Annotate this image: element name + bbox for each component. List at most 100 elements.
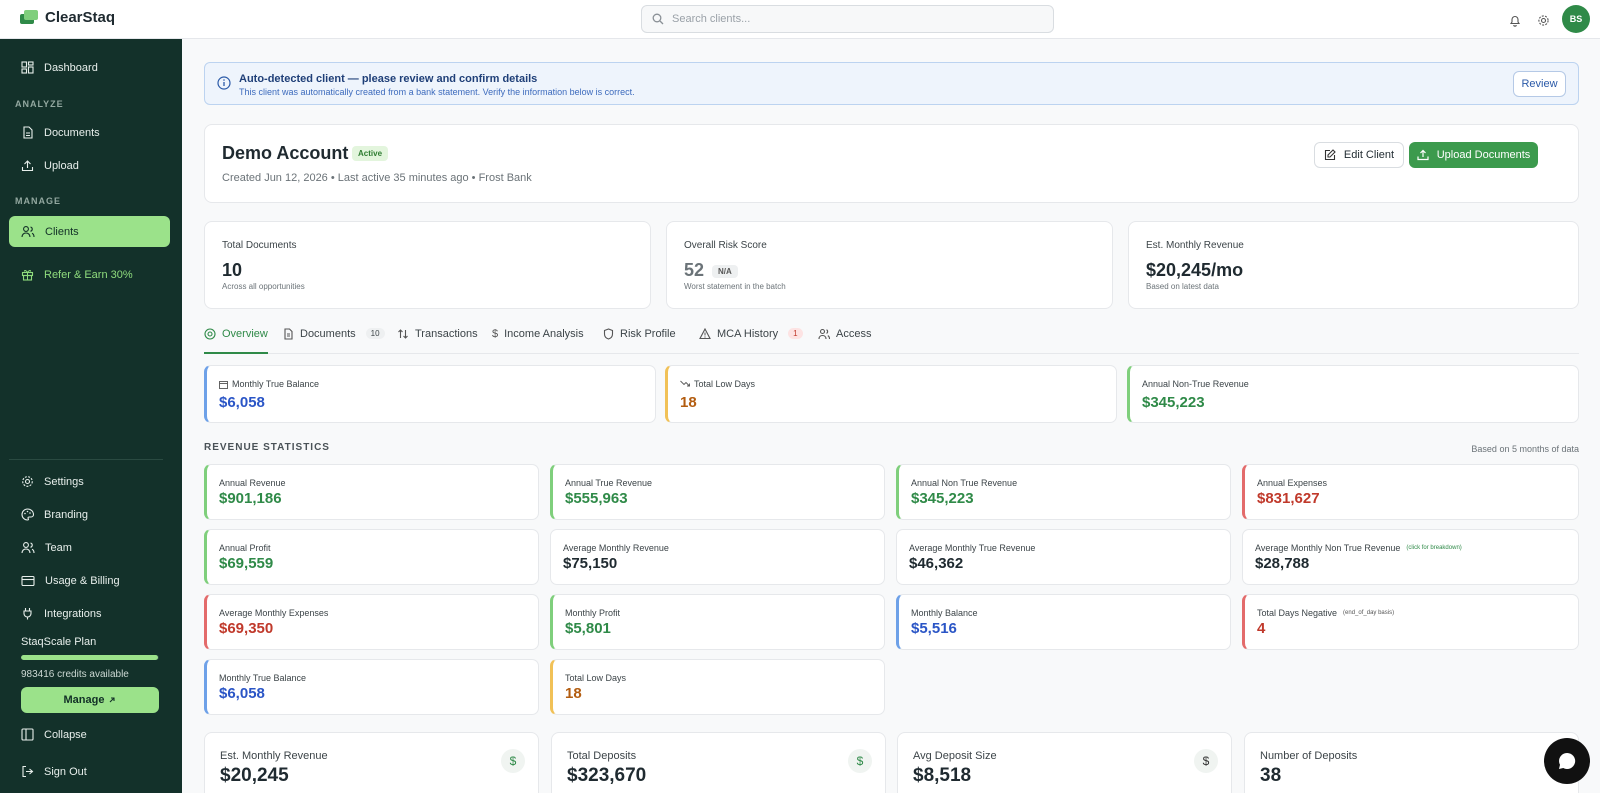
- metric-value: 18: [565, 685, 582, 702]
- status-badge: Active: [352, 146, 389, 161]
- upload-documents-button[interactable]: Upload Documents: [1409, 142, 1538, 168]
- plan-usage-fill: [21, 655, 158, 660]
- sidebar-item-branding[interactable]: Branding: [9, 499, 170, 530]
- revenue-statistics-note: Based on 5 months of data: [1471, 444, 1579, 454]
- auto-detect-banner: Auto-detected client — please review and…: [204, 62, 1579, 105]
- tab-overview[interactable]: Overview: [204, 326, 268, 354]
- document-icon: [283, 328, 294, 340]
- sidebar-item-settings[interactable]: Settings: [9, 466, 170, 497]
- stat-annual-profit: Annual Profit $69,559: [204, 529, 539, 585]
- chat-button[interactable]: [1544, 738, 1590, 784]
- dollar-icon: $: [848, 749, 872, 773]
- metric-value: $75,150: [563, 555, 618, 572]
- avatar[interactable]: BS: [1562, 5, 1590, 33]
- tab-access[interactable]: Access: [818, 326, 871, 354]
- kpi-total-documents: Total Documents 10 Across all opportunit…: [204, 221, 651, 309]
- sidebar-item-upload[interactable]: Upload: [9, 150, 170, 181]
- sidebar-item-usage-billing[interactable]: Usage & Billing: [9, 565, 170, 596]
- metric-label: Total Low Days: [565, 673, 627, 683]
- sidebar-item-documents[interactable]: Documents: [9, 117, 170, 148]
- card-value: $20,245: [220, 765, 289, 786]
- sidebar-collapse-icon: [21, 728, 34, 741]
- stat-average-monthly-non-true-revenue[interactable]: Average Monthly Non True Revenue (click f…: [1242, 529, 1579, 585]
- sidebar-item-sign-out[interactable]: Sign Out: [9, 756, 170, 787]
- main-content: Auto-detected client — please review and…: [182, 39, 1600, 793]
- plan-usage-bar: [21, 655, 159, 660]
- card-value: 38: [1260, 765, 1282, 786]
- kpi-label: Overall Risk Score: [684, 240, 767, 251]
- banner-subtitle: This client was automatically created fr…: [239, 87, 635, 97]
- kpi-label: Total Documents: [222, 240, 297, 251]
- sidebar-item-team[interactable]: Team: [9, 532, 170, 563]
- revenue-statistics-title: REVENUE STATISTICS: [204, 442, 330, 453]
- search-icon: [652, 13, 664, 25]
- tab-risk-profile[interactable]: Risk Profile: [603, 326, 676, 354]
- upload-documents-label: Upload Documents: [1436, 149, 1531, 161]
- sidebar-item-dashboard[interactable]: Dashboard: [9, 52, 170, 83]
- tab-mca-history[interactable]: MCA History 1: [699, 326, 803, 354]
- stat-total-low-days: Total Low Days 18: [550, 659, 885, 715]
- edit-client-button[interactable]: Edit Client: [1314, 142, 1404, 168]
- search-input[interactable]: [672, 13, 1032, 25]
- sidebar-item-integrations[interactable]: Integrations: [9, 598, 170, 629]
- search-box[interactable]: [641, 5, 1054, 33]
- sidebar-item-collapse[interactable]: Collapse: [9, 719, 170, 750]
- metric-value: 4: [1257, 620, 1266, 637]
- metric-label: Monthly True Balance: [219, 673, 307, 683]
- stat-annual-expenses: Annual Expenses $831,627: [1242, 464, 1579, 520]
- kpi-value-row: 52 N/A: [684, 260, 738, 281]
- metric-value: $555,963: [565, 490, 628, 507]
- tab-income-analysis[interactable]: $ Income Analysis: [492, 326, 584, 354]
- dollar-icon: $: [492, 328, 499, 340]
- app-name: ClearStaq: [45, 9, 116, 26]
- tab-count: 10: [365, 328, 385, 339]
- metric-value: $5,801: [565, 620, 611, 637]
- tab-documents[interactable]: Documents 10: [283, 326, 385, 354]
- circle-check-icon: [204, 328, 216, 340]
- tab-label: Transactions: [415, 328, 478, 340]
- summary-annual-non-true-revenue: Annual Non-True Revenue $345,223: [1127, 365, 1579, 423]
- stat-monthly-balance: Monthly Balance $5,516: [896, 594, 1231, 650]
- kpi-label: Est. Monthly Revenue: [1146, 240, 1244, 251]
- sidebar-item-label: Integrations: [44, 607, 102, 620]
- card-value: $8,518: [913, 765, 972, 786]
- sidebar-item-label: Team: [45, 541, 72, 554]
- card-total-deposits: Total Deposits $323,670 $: [551, 732, 886, 793]
- kpi-subtext: Based on latest data: [1146, 282, 1219, 291]
- sidebar-section-analyze: ANALYZE: [15, 99, 64, 109]
- stat-annual-non-true-revenue: Annual Non True Revenue $345,223: [896, 464, 1231, 520]
- palette-icon: [21, 508, 34, 521]
- breakdown-link[interactable]: (click for breakdown): [1406, 545, 1461, 551]
- stat-total-days-negative: Total Days Negative (end_of_day basis) 4: [1242, 594, 1579, 650]
- app-logo[interactable]: ClearStaq: [20, 9, 115, 26]
- top-bar: ClearStaq BS: [0, 0, 1600, 39]
- client-tabs: Overview Documents 10 Transactions $ Inc…: [204, 326, 1579, 354]
- review-button[interactable]: Review: [1513, 71, 1566, 97]
- sidebar-item-label: Dashboard: [44, 61, 98, 74]
- sidebar: Dashboard ANALYZE Documents Upload MANAG…: [0, 39, 182, 793]
- tab-label: Documents: [300, 328, 356, 340]
- sidebar-item-clients[interactable]: Clients: [9, 216, 170, 247]
- document-icon: [21, 126, 34, 139]
- risk-badge: N/A: [712, 264, 738, 278]
- info-icon: [217, 76, 231, 90]
- manage-plan-button[interactable]: Manage: [21, 687, 159, 713]
- gift-icon: [21, 268, 34, 281]
- metric-value: $6,058: [219, 685, 265, 702]
- sidebar-item-label: Refer & Earn 30%: [44, 268, 133, 281]
- users-icon: [818, 328, 830, 340]
- plug-icon: [21, 607, 34, 620]
- metric-label: Monthly Balance: [911, 608, 978, 618]
- upload-icon: [21, 159, 34, 172]
- logo-icon: [20, 9, 39, 26]
- edit-icon: [1324, 149, 1336, 161]
- gear-icon[interactable]: [1535, 12, 1551, 28]
- metric-label: Monthly True Balance: [232, 379, 320, 389]
- tab-transactions[interactable]: Transactions: [397, 326, 478, 354]
- sidebar-item-refer[interactable]: Refer & Earn 30%: [9, 259, 170, 290]
- summary-monthly-true-balance: Monthly True Balance $6,058: [204, 365, 656, 423]
- kpi-value: 52: [684, 260, 705, 280]
- metric-value: 18: [680, 394, 697, 411]
- bell-icon[interactable]: [1507, 12, 1523, 28]
- arrows-up-down-icon: [397, 328, 409, 340]
